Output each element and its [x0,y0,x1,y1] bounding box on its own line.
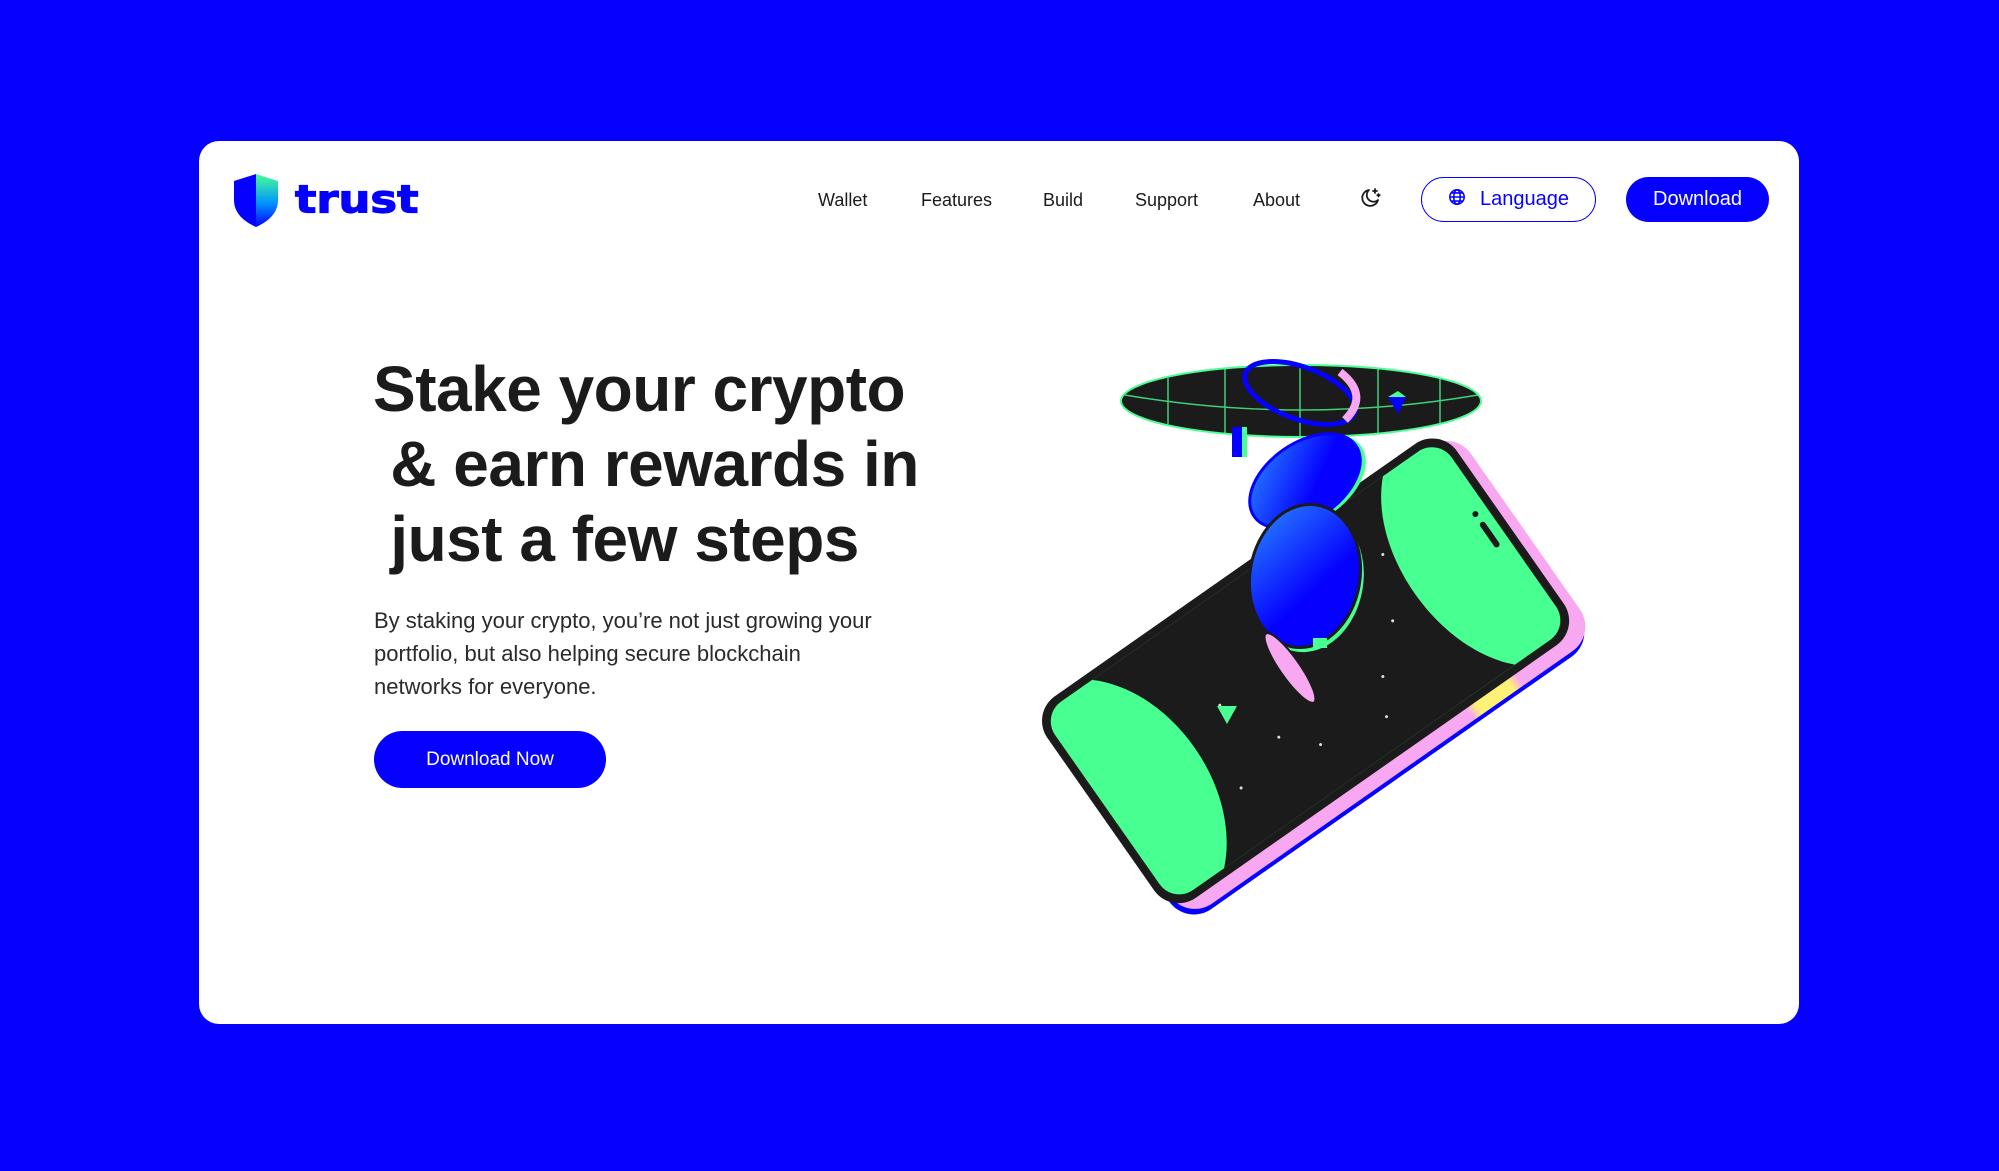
hero-title-line: just a few steps [373,503,859,575]
nav-wallet[interactable]: Wallet [818,186,867,214]
nav-about[interactable]: About [1253,186,1300,214]
nav-build[interactable]: Build [1043,186,1083,214]
hero-description-line: networks for everyone. [374,674,597,699]
logo-wordmark: trust [294,178,419,222]
theme-toggle-button[interactable] [1356,186,1384,214]
shield-icon [231,172,281,228]
hero-description-line: By staking your crypto, you’re not just … [374,608,872,633]
nav-support[interactable]: Support [1135,186,1198,214]
hero-card [199,141,1799,1024]
download-now-button[interactable]: Download Now [374,731,606,788]
language-label: Language [1480,188,1569,210]
globe-icon [1448,188,1466,212]
moon-stars-icon [1358,186,1382,215]
hero-title-line: & earn rewards in [373,428,919,500]
hero-title-line: Stake your crypto [373,353,906,425]
nav-features[interactable]: Features [921,186,992,214]
trust-logo[interactable]: trust [231,172,419,228]
language-button[interactable]: Language [1421,177,1596,222]
hero-description: By staking your crypto, you’re not just … [374,604,974,703]
hero-description-line: portfolio, but also helping secure block… [374,641,801,666]
download-button[interactable]: Download [1626,177,1769,222]
hero-title: Stake your crypto & earn rewards in just… [373,352,1013,577]
